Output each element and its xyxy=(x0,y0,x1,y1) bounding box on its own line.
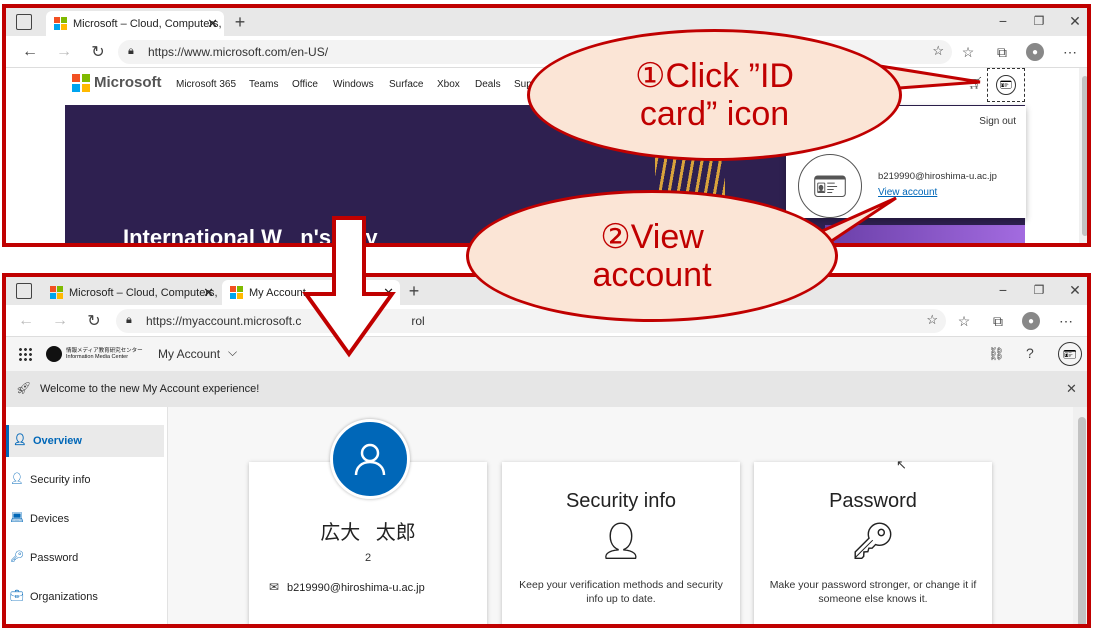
callout-step2-text: ②View account xyxy=(592,218,712,294)
callout-step1: ①Click ”ID card” icon xyxy=(527,29,902,161)
callout-step2: ②View account xyxy=(466,190,838,322)
callout-step1-text: ①Click ”ID card” icon xyxy=(635,57,794,133)
down-arrow-icon xyxy=(302,216,396,358)
